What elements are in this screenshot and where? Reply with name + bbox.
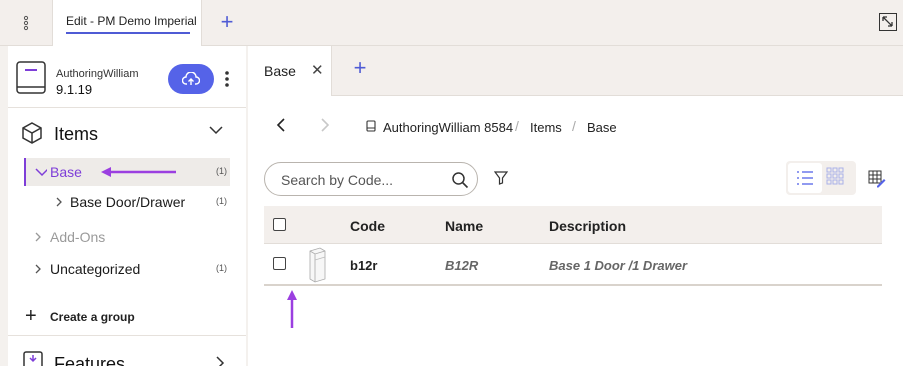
tree-item-label: Base Door/Drawer (70, 194, 186, 210)
column-header-description[interactable]: Description (549, 218, 626, 234)
close-icon[interactable]: ✕ (311, 61, 324, 79)
expand-window-button[interactable] (879, 13, 897, 31)
cell-name: B12R (445, 258, 479, 273)
chevron-down-icon[interactable] (33, 167, 47, 177)
app-menu-button[interactable] (0, 0, 52, 46)
chevron-right-icon (216, 356, 225, 366)
document-tab-label: Edit - PM Demo Imperial (66, 14, 197, 28)
tree-item-count: (1) (216, 263, 227, 273)
tree-item-uncategorized[interactable]: Uncategorized (1) (8, 255, 246, 283)
content-tab-bar: Base ✕ + (248, 46, 903, 96)
grid-view-icon[interactable] (826, 167, 844, 185)
back-icon[interactable] (276, 118, 286, 132)
create-group-button[interactable]: + Create a group (8, 300, 246, 336)
breadcrumb-items[interactable]: Items (530, 120, 562, 135)
search-icon[interactable] (451, 171, 469, 189)
items-section-header[interactable]: Items (8, 108, 246, 158)
breadcrumb-base: Base (587, 120, 617, 135)
document-icon (366, 120, 376, 132)
tree-item-count: (1) (216, 166, 227, 176)
main-panel: Base ✕ + AuthoringWilliam 8584 / Items /… (248, 46, 903, 366)
active-tab-underline (66, 32, 190, 34)
edit-grid-icon[interactable] (868, 170, 886, 188)
sidebar: AuthoringWilliam 9.1.19 Items Base (1) B… (8, 46, 246, 366)
tree-item-label: Base (50, 164, 82, 180)
search-box (264, 162, 478, 196)
breadcrumb-separator: / (515, 118, 519, 134)
table-row[interactable]: b12r B12R Base 1 Door /1 Drawer (264, 244, 882, 286)
list-view-button[interactable] (788, 163, 822, 193)
row-checkbox[interactable] (273, 257, 286, 270)
tree-item-base-door-drawer[interactable]: Base Door/Drawer (1) (8, 188, 246, 216)
features-icon (23, 351, 43, 366)
breadcrumb-project[interactable]: AuthoringWilliam 8584 (383, 120, 513, 135)
upload-cloud-icon (182, 72, 200, 85)
breadcrumb-separator: / (572, 118, 576, 134)
search-input[interactable] (281, 171, 441, 189)
chevron-right-icon[interactable] (33, 264, 43, 274)
item-thumbnail (309, 247, 326, 283)
add-icon: + (220, 9, 234, 34)
create-group-label: Create a group (50, 310, 135, 324)
cell-code: b12r (350, 258, 378, 273)
document-tab[interactable]: Edit - PM Demo Imperial (52, 0, 202, 46)
tab-label: Base (264, 63, 296, 79)
kebab-icon (225, 71, 229, 87)
chevron-right-icon[interactable] (33, 232, 43, 242)
forward-icon[interactable] (320, 118, 330, 132)
annotation-arrow-up (287, 290, 297, 328)
book-icon (16, 61, 46, 94)
items-section-title: Items (54, 124, 99, 144)
features-section-header[interactable]: Features (8, 346, 246, 366)
chevron-right-icon[interactable] (54, 197, 64, 207)
app-window: Edit - PM Demo Imperial + AuthoringWilli… (0, 0, 903, 366)
tree-item-label: Uncategorized (50, 261, 141, 277)
table-header: Code Name Description (264, 206, 882, 244)
tree-item-add-ons[interactable]: Add-Ons (8, 223, 246, 251)
project-name: AuthoringWilliam (56, 68, 139, 80)
list-view-icon (797, 171, 813, 185)
tab-base[interactable]: Base ✕ (248, 46, 332, 96)
breadcrumb: AuthoringWilliam 8584 / Items / Base (248, 106, 903, 142)
add-content-tab-button[interactable]: + (349, 57, 371, 79)
filter-icon[interactable] (494, 171, 508, 185)
project-version: 9.1.19 (56, 82, 93, 97)
tree-item-count: (1) (216, 196, 227, 206)
tree-item-label: Add-Ons (50, 229, 106, 245)
plus-icon: + (25, 305, 37, 327)
add-document-tab-button[interactable]: + (216, 11, 238, 33)
select-all-checkbox[interactable] (273, 218, 286, 231)
cube-icon (22, 122, 42, 144)
top-tab-bar: Edit - PM Demo Imperial + (0, 0, 903, 46)
features-section-title: Features (54, 354, 126, 366)
add-icon: + (353, 55, 367, 80)
column-header-name[interactable]: Name (445, 218, 483, 234)
column-header-code[interactable]: Code (350, 218, 385, 234)
view-toggle (786, 161, 856, 195)
expand-icon (882, 16, 893, 27)
project-header: AuthoringWilliam 9.1.19 (8, 46, 246, 108)
chevron-down-icon (209, 126, 223, 135)
annotation-arrow-left (101, 167, 176, 177)
project-menu-button[interactable] (223, 70, 231, 88)
kebab-icon (23, 15, 29, 31)
cell-description: Base 1 Door /1 Drawer (549, 258, 688, 273)
publish-button[interactable] (168, 64, 214, 94)
